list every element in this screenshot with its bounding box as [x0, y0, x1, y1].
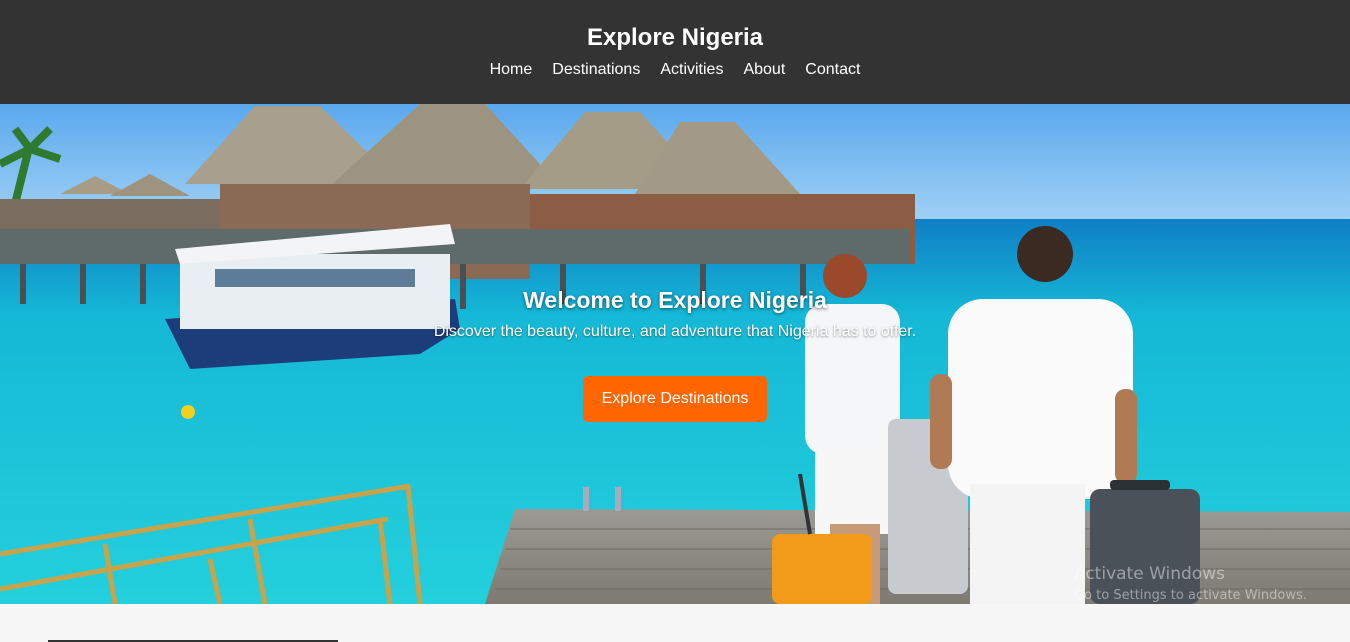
- nav-contact[interactable]: Contact: [795, 60, 870, 80]
- watermark-line-1: Activate Windows: [1074, 564, 1225, 584]
- hero-background-image: [0, 104, 1350, 604]
- nav-home[interactable]: Home: [480, 60, 543, 80]
- nav-destinations[interactable]: Destinations: [542, 60, 650, 80]
- nav-about[interactable]: About: [733, 60, 795, 80]
- next-section: [0, 604, 1350, 642]
- nav-activities[interactable]: Activities: [650, 60, 733, 80]
- site-header: Explore Nigeria Home Destinations Activi…: [0, 0, 1350, 104]
- main-nav: Home Destinations Activities About Conta…: [0, 60, 1350, 80]
- activate-windows-watermark: Activate Windows Go to Settings to activ…: [1074, 564, 1307, 603]
- watermark-line-2: Go to Settings to activate Windows.: [1074, 588, 1307, 603]
- hero-title: Welcome to Explore Nigeria: [523, 287, 827, 313]
- hero-section: Welcome to Explore Nigeria Discover the …: [0, 104, 1350, 604]
- hero-subtitle: Discover the beauty, culture, and advent…: [433, 323, 917, 340]
- explore-destinations-button[interactable]: Explore Destinations: [583, 376, 767, 422]
- site-title: Explore Nigeria: [586, 24, 764, 51]
